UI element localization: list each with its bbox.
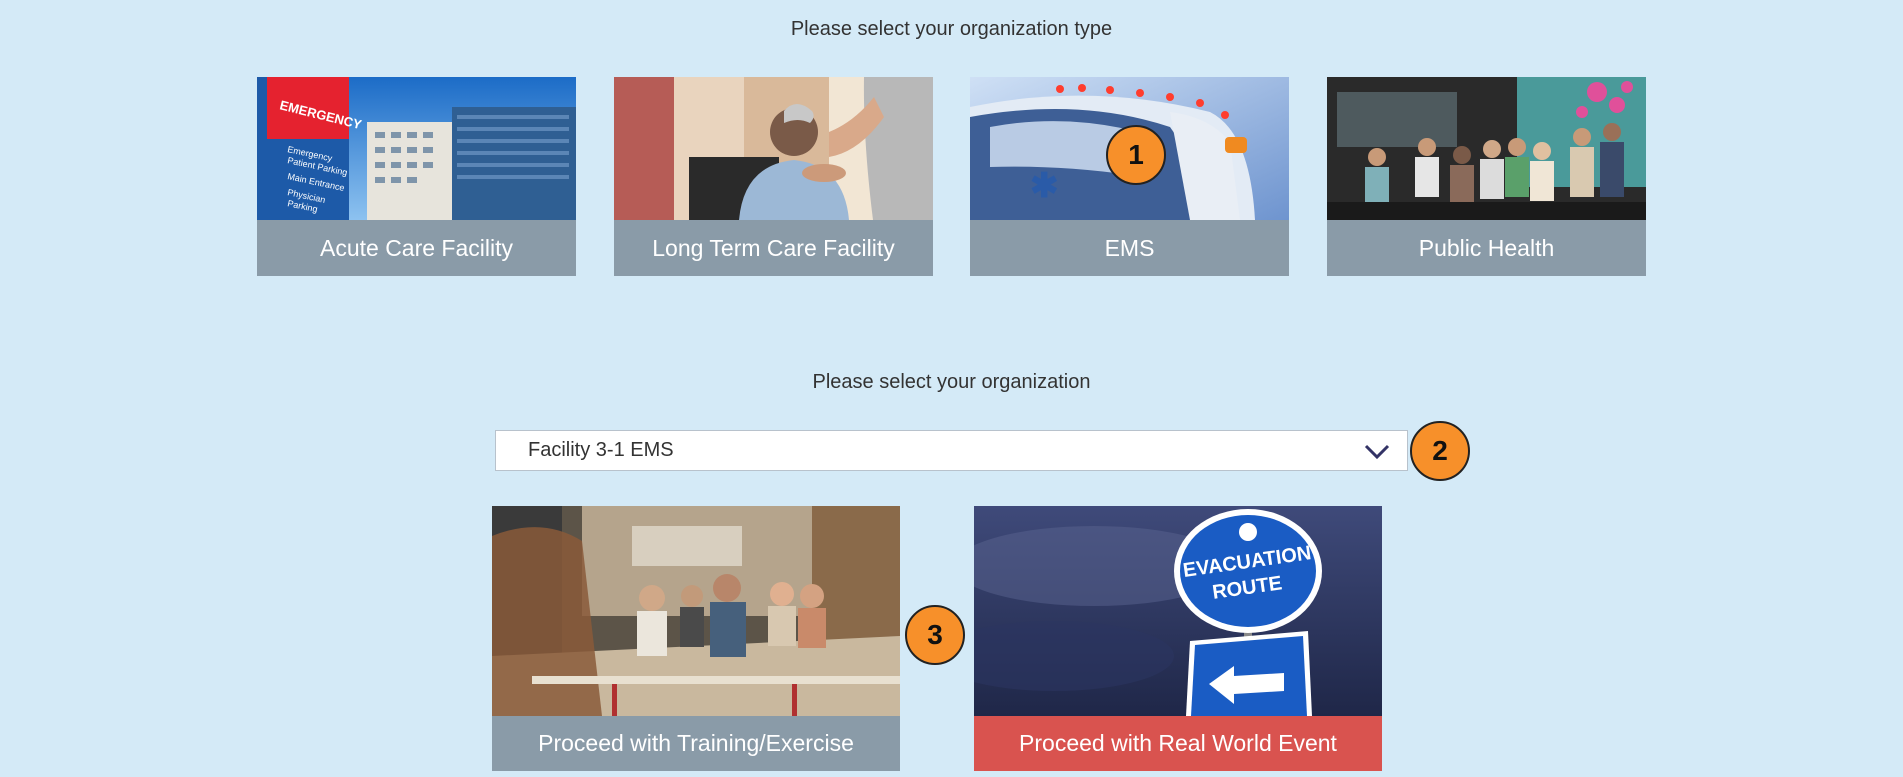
organization-select[interactable]: Facility 3-1 EMS — [495, 430, 1408, 471]
real-world-event-label: Proceed with Real World Event — [974, 716, 1382, 771]
org-card-label: Long Term Care Facility — [614, 220, 933, 276]
callout-badge-1: 1 — [1106, 125, 1166, 185]
training-exercise-label: Proceed with Training/Exercise — [492, 716, 900, 771]
org-card-label: Acute Care Facility — [257, 220, 576, 276]
real-world-event-card[interactable]: EVACUATION ROUTE Proceed with Real World… — [974, 506, 1382, 771]
classroom-image — [492, 506, 900, 716]
svg-text:✱: ✱ — [1030, 167, 1059, 205]
meeting-image — [1327, 77, 1646, 220]
training-exercise-card[interactable]: Proceed with Training/Exercise — [492, 506, 900, 771]
callout-badge-3: 3 — [905, 605, 965, 665]
chevron-down-icon — [1363, 441, 1391, 466]
callout-badge-2: 2 — [1410, 421, 1470, 481]
org-card-long-term-care[interactable]: Long Term Care Facility — [614, 77, 933, 276]
organization-select-value: Facility 3-1 EMS — [528, 439, 674, 461]
organization-heading: Please select your organization — [812, 371, 1091, 393]
org-card-label: EMS — [970, 220, 1289, 276]
hospital-image: EMERGENCY Emergency Patient Parking Main… — [257, 77, 576, 220]
org-card-acute-care[interactable]: EMERGENCY Emergency Patient Parking Main… — [257, 77, 576, 276]
evacuation-sign-image: EVACUATION ROUTE — [974, 506, 1382, 716]
org-card-label: Public Health — [1327, 220, 1646, 276]
org-card-public-health[interactable]: Public Health — [1327, 77, 1646, 276]
org-type-heading: Please select your organization type — [790, 18, 1113, 40]
caregiver-image — [614, 77, 933, 220]
